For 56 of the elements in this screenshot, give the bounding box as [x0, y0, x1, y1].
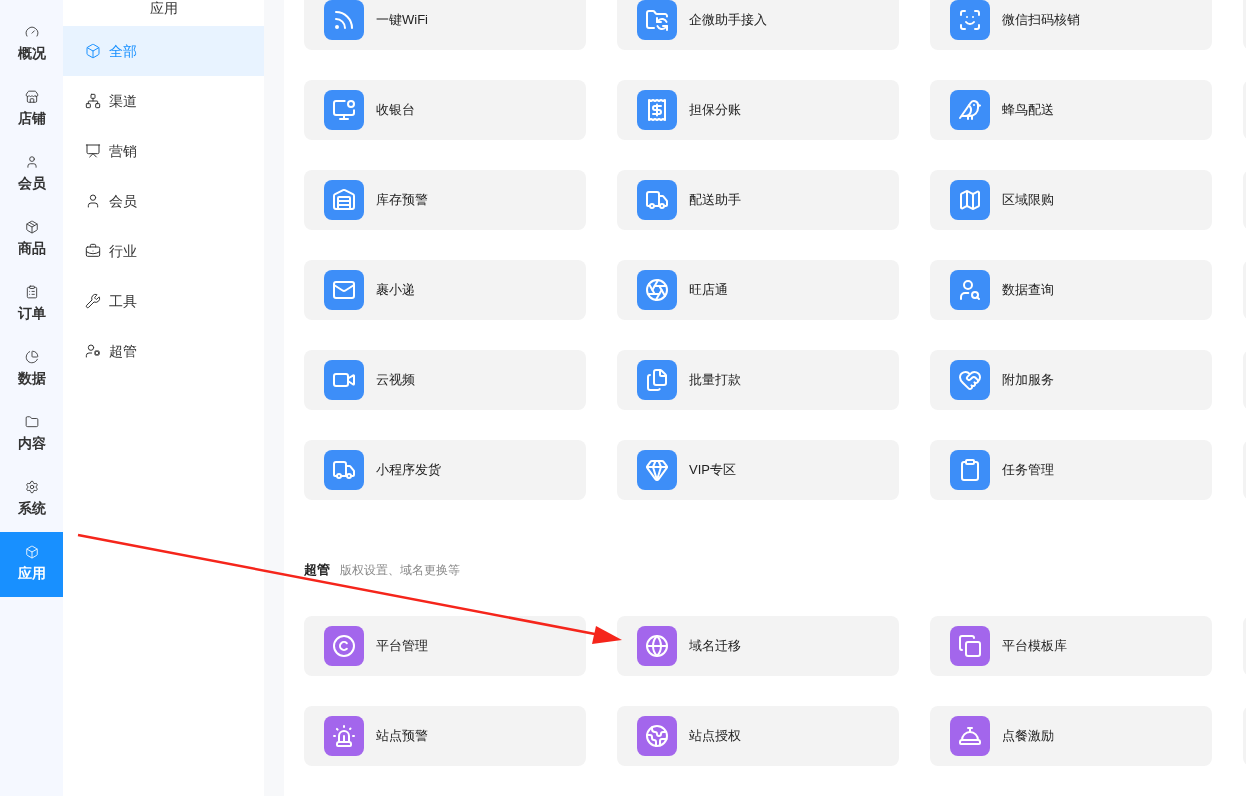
app-card[interactable]: 域名迁移 [617, 615, 899, 676]
app-card[interactable]: 批量打款 [617, 350, 899, 410]
app-card[interactable]: 蜂鸟配送 [930, 80, 1212, 140]
app-card[interactable]: 一键WiFi [304, 0, 586, 50]
app-card[interactable]: 裹小递 [304, 260, 586, 320]
app-card[interactable]: 微信扫码核销 [930, 0, 1212, 50]
box-icon [24, 545, 39, 559]
nav-rail-item[interactable]: 商品 [0, 207, 63, 272]
app-card[interactable]: 库存预警 [304, 170, 586, 230]
app-card[interactable]: 配送助手 [617, 170, 899, 230]
app-card[interactable]: 站点授权 [617, 705, 899, 766]
submenu-item[interactable]: 会员 [63, 176, 264, 226]
wrench-icon [85, 293, 101, 309]
submenu-item[interactable]: 渠道 [63, 76, 264, 126]
app-card[interactable]: 平台管理 [304, 615, 586, 676]
package-icon [24, 220, 39, 234]
store-icon [24, 90, 39, 104]
section-subtitle: 版权设置、域名更换等 [340, 562, 460, 579]
user-icon [24, 155, 39, 169]
app-card[interactable]: 数据查询 [930, 260, 1212, 320]
pie-chart-icon [24, 350, 39, 364]
gauge-icon [24, 25, 39, 39]
nav-rail-item[interactable]: 内容 [0, 402, 63, 467]
user-icon [85, 193, 101, 209]
submenu-item[interactable]: 工具 [63, 276, 264, 326]
nav-rail-item[interactable]: 会员 [0, 142, 63, 207]
app-card[interactable]: 平台模板库 [930, 615, 1212, 676]
app-card[interactable]: 站点预警 [304, 705, 586, 766]
submenu-title: 应用 [149, 0, 178, 16]
box-icon [85, 43, 101, 59]
app-card[interactable]: 云视频 [304, 350, 586, 410]
nav-rail-item[interactable]: 订单 [0, 272, 63, 337]
app-card[interactable]: 附加服务 [930, 350, 1212, 410]
app-card[interactable]: 点餐激励 [930, 705, 1212, 766]
submenu-item[interactable]: 行业 [63, 226, 264, 276]
app-card[interactable]: VIP专区 [617, 440, 899, 500]
nav-rail-item[interactable]: 数据 [0, 337, 63, 402]
app-card[interactable]: 企微助手接入 [617, 0, 899, 50]
app-card[interactable]: 担保分账 [617, 80, 899, 140]
blocks-icon [85, 93, 101, 109]
submenu-item[interactable]: 营销 [63, 126, 264, 176]
app-card[interactable]: 任务管理 [930, 440, 1212, 500]
section-title: 超管 [304, 561, 330, 579]
nav-rail-item[interactable]: 系统 [0, 467, 63, 532]
nav-rail-item[interactable]: 概况 [0, 12, 63, 77]
app-card[interactable]: 收银台 [304, 80, 586, 140]
app-card[interactable]: 小程序发货 [304, 440, 586, 500]
app-card[interactable]: 旺店通 [617, 260, 899, 320]
monitor-chart-icon [85, 143, 101, 159]
settings-icon [24, 480, 39, 494]
clipboard-icon [24, 285, 39, 299]
folder-icon [24, 415, 39, 429]
briefcase-icon [85, 243, 101, 259]
nav-rail-item[interactable]: 店铺 [0, 77, 63, 142]
submenu-item[interactable]: 超管 [63, 326, 264, 376]
app-card[interactable]: 区域限购 [930, 170, 1212, 230]
